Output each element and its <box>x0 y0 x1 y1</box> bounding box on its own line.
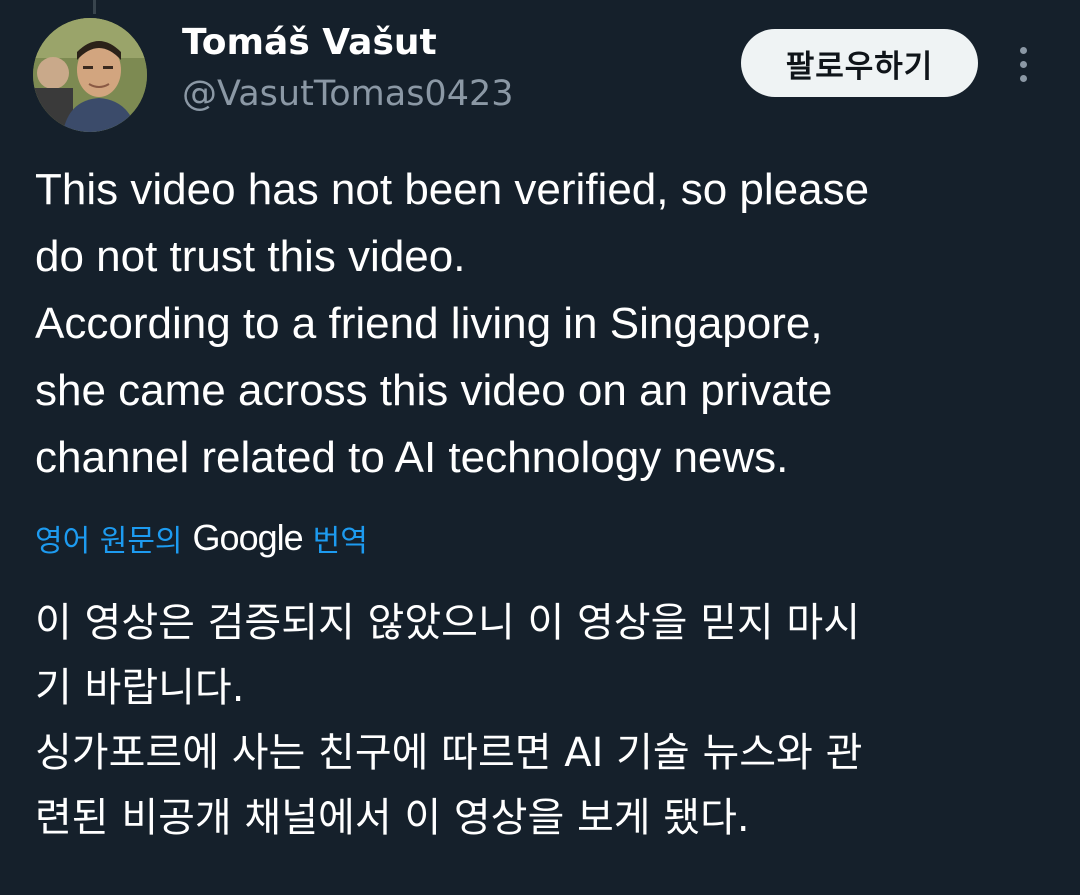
more-dot <box>1019 46 1027 54</box>
tweet-text-line: she came across this video on an private <box>35 366 833 415</box>
google-logo: Google <box>192 517 304 558</box>
more-dot <box>1019 74 1027 82</box>
author-handle[interactable]: @VasutTomas0423 <box>182 74 514 114</box>
more-vertical-icon[interactable] <box>1008 40 1038 88</box>
author-display-name[interactable]: Tomáš Vašut <box>182 22 437 63</box>
translated-text-line: 련된 비공개 채널에서 이 영상을 보게 됐다. <box>35 795 750 841</box>
avatar[interactable] <box>33 18 147 132</box>
thread-connector-line <box>93 0 96 14</box>
tweet-text-line: do not trust this video. <box>35 232 466 281</box>
translated-text-line: 기 바랍니다. <box>35 665 245 711</box>
tweet-text-line: This video has not been verified, so ple… <box>35 165 870 214</box>
translation-source-label[interactable]: 영어 원문의 <box>35 516 183 560</box>
tweet-text-line: channel related to AI technology news. <box>35 433 789 482</box>
translated-text-line: 이 영상은 검증되지 않았으니 이 영상을 믿지 마시 <box>35 600 861 646</box>
translated-text-line: 싱가포르에 사는 친구에 따르면 AI 기술 뉴스와 관 <box>35 730 863 776</box>
tweet-text-line: According to a friend living in Singapor… <box>35 299 823 348</box>
translation-label[interactable]: 번역 <box>313 516 368 560</box>
translation-attribution[interactable]: 영어 원문의 Google 번역 <box>35 515 368 561</box>
avatar-photo <box>33 18 147 132</box>
follow-button[interactable]: 팔로우하기 <box>741 29 978 97</box>
more-dot <box>1019 60 1027 68</box>
translated-tweet-body: 이 영상은 검증되지 않았으니 이 영상을 믿지 마시 기 바랍니다. 싱가포르… <box>35 591 1045 851</box>
tweet-body: This video has not been verified, so ple… <box>35 156 1045 491</box>
